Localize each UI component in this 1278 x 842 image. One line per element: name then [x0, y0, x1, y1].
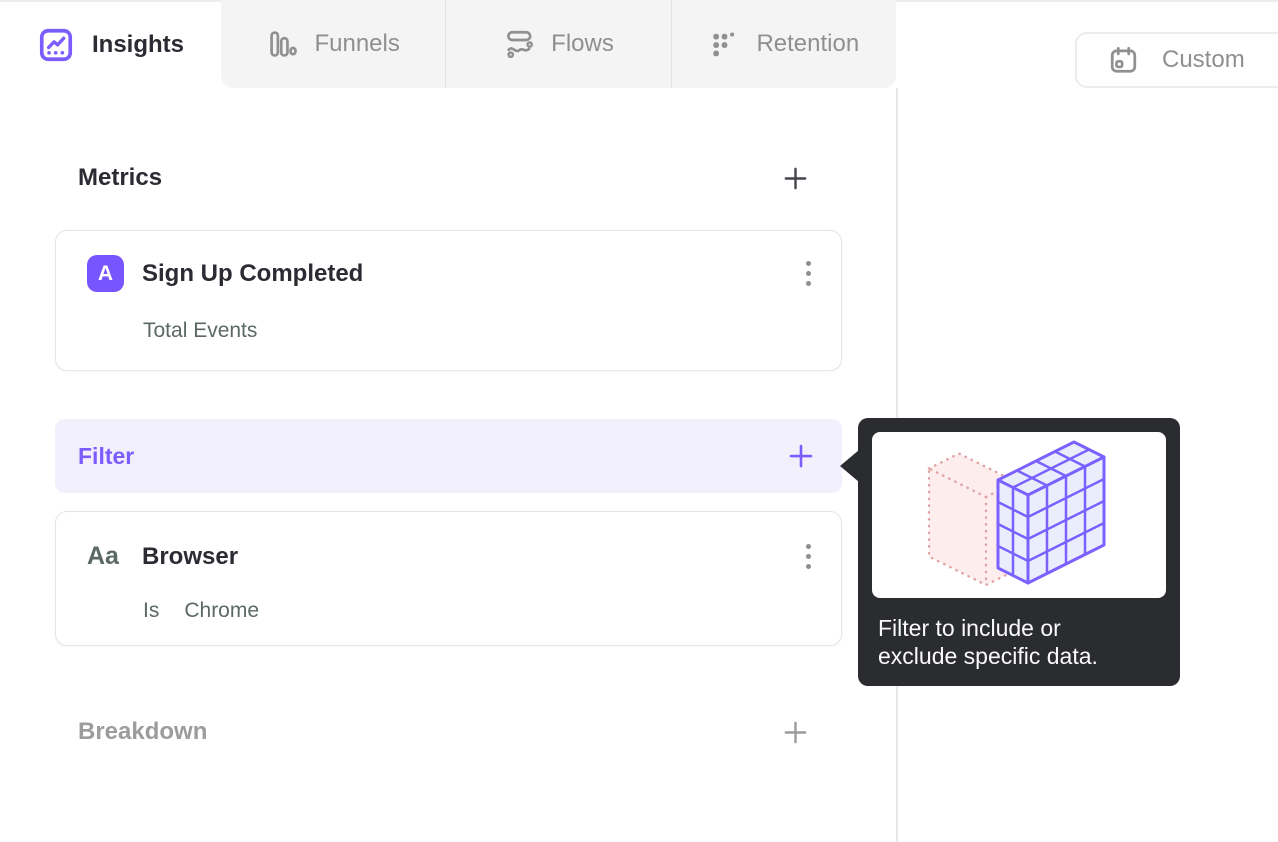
- tab-insights[interactable]: Insights: [0, 2, 221, 88]
- kebab-menu-icon[interactable]: [800, 538, 817, 575]
- metric-event-card[interactable]: A Sign Up Completed Total Events: [55, 230, 842, 371]
- filter-section-header[interactable]: Filter: [55, 419, 842, 493]
- tooltip-text-line2: exclude specific data.: [878, 643, 1098, 669]
- plus-icon: [786, 441, 816, 471]
- inactive-tab-strip: Funnels Flows Retention: [221, 0, 896, 88]
- tab-flows-label: Flows: [551, 30, 614, 57]
- plus-icon: [781, 718, 810, 747]
- breakdown-title: Breakdown: [78, 718, 208, 745]
- tooltip-caret: [840, 450, 859, 482]
- event-aggregation[interactable]: Total Events: [143, 319, 257, 343]
- insights-chart-icon: [37, 26, 75, 64]
- custom-date-range-label: Custom: [1162, 46, 1245, 73]
- flows-wave-icon: [503, 28, 535, 60]
- string-property-icon: Aa: [87, 542, 119, 570]
- filter-tooltip: Filter to include or exclude specific da…: [858, 418, 1180, 686]
- filter-cube-illustration: [872, 432, 1166, 598]
- custom-date-range-button[interactable]: Custom: [1075, 32, 1278, 88]
- event-name: Sign Up Completed: [142, 259, 364, 287]
- tab-funnels[interactable]: Funnels: [221, 0, 445, 88]
- tooltip-text: Filter to include or exclude specific da…: [878, 614, 1164, 670]
- metrics-section-header: Metrics: [78, 158, 810, 198]
- plus-icon: [781, 164, 810, 193]
- event-letter-badge: A: [87, 255, 124, 292]
- filter-value[interactable]: Chrome: [184, 599, 259, 623]
- add-breakdown-button[interactable]: [781, 718, 810, 747]
- add-filter-button[interactable]: [786, 441, 816, 471]
- tab-insights-label: Insights: [91, 31, 184, 58]
- tab-retention-label: Retention: [756, 30, 860, 57]
- retention-dots-icon: [708, 28, 740, 60]
- tab-retention[interactable]: Retention: [670, 0, 896, 88]
- filter-title: Filter: [78, 442, 135, 469]
- filter-condition-card[interactable]: Aa Browser Is Chrome: [55, 511, 842, 646]
- tooltip-text-line1: Filter to include or: [878, 615, 1061, 641]
- filter-operator[interactable]: Is: [143, 599, 159, 623]
- kebab-menu-icon[interactable]: [800, 255, 817, 292]
- add-metric-button[interactable]: [781, 164, 810, 193]
- tab-funnels-label: Funnels: [314, 30, 400, 57]
- metrics-title: Metrics: [78, 164, 163, 191]
- calendar-icon: [1107, 44, 1140, 77]
- funnels-bars-icon: [266, 28, 298, 60]
- filter-property-name: Browser: [142, 542, 239, 570]
- breakdown-section-header: Breakdown: [78, 712, 810, 752]
- tab-flows[interactable]: Flows: [445, 0, 670, 88]
